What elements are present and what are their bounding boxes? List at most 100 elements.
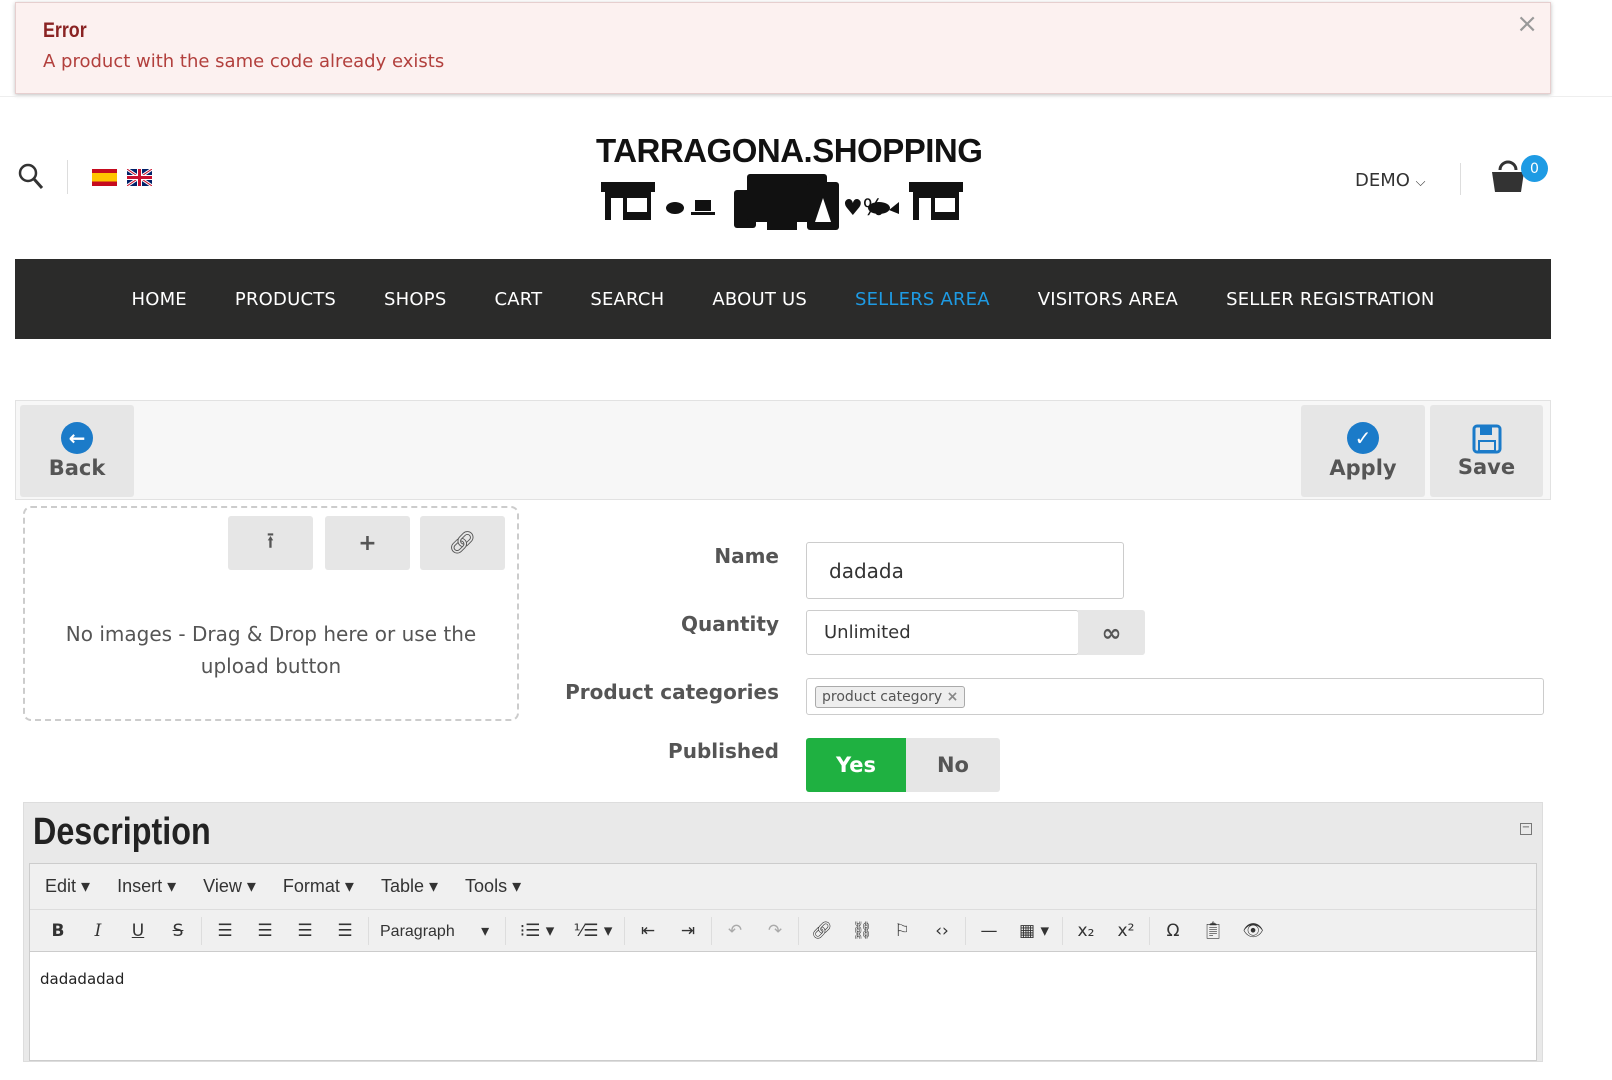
menu-edit[interactable]: Edit ▾	[45, 876, 90, 897]
categories-input[interactable]: product category ×	[806, 678, 1544, 715]
menu-format[interactable]: Format ▾	[283, 876, 354, 897]
divider	[1149, 916, 1150, 945]
site-logo[interactable]: TARRAGONA.SHOPPING ♥%	[596, 132, 983, 236]
bullet-list-icon[interactable]: ⁝☰ ▾	[509, 921, 565, 941]
menu-insert[interactable]: Insert ▾	[117, 876, 176, 897]
indent-icon[interactable]: ⇥	[668, 921, 708, 941]
close-icon[interactable]: ×	[1516, 9, 1538, 39]
nav-about-us[interactable]: ABOUT US	[712, 289, 807, 310]
divider	[798, 916, 799, 945]
menu-tools[interactable]: Tools ▾	[465, 876, 521, 897]
upload-button[interactable]: ⭱	[228, 516, 313, 570]
nav-visitors-area[interactable]: VISITORS AREA	[1038, 289, 1178, 310]
editor-toolbar: B I U S ☰ ☰ ☰ ☰ Paragraph ▾ ⁝☰ ▾ ⅟☰ ▾ ⇤ …	[30, 910, 1536, 952]
divider	[624, 916, 625, 945]
divider	[67, 160, 68, 194]
cart-count-badge: 0	[1521, 155, 1548, 182]
flag-es-icon[interactable]	[92, 169, 117, 186]
remove-tag-icon[interactable]: ×	[947, 689, 959, 705]
logo-text: TARRAGONA.SHOPPING	[596, 132, 983, 169]
back-button[interactable]: ← Back	[20, 405, 134, 497]
strikethrough-icon[interactable]: S	[158, 921, 198, 941]
cart-button[interactable]: 0	[1490, 155, 1548, 198]
image-dropzone[interactable]: ⭱ + 🔗︎ No images - Drag & Drop here or u…	[23, 506, 519, 721]
quantity-value: Unlimited	[824, 622, 911, 643]
name-input[interactable]: dadada	[806, 542, 1124, 599]
error-alert: Error A product with the same code alrea…	[15, 2, 1551, 94]
description-panel: Description − Edit ▾ Insert ▾ View ▾ For…	[23, 802, 1543, 1062]
special-character-icon[interactable]: Ω	[1153, 921, 1193, 941]
main-nav: HOME PRODUCTS SHOPS CART SEARCH ABOUT US…	[15, 259, 1551, 339]
divider	[711, 916, 712, 945]
unlink-icon[interactable]: ⛓	[842, 921, 882, 941]
quantity-label: Quantity	[681, 612, 779, 636]
align-center-icon[interactable]: ☰	[245, 921, 285, 941]
numbered-list-icon[interactable]: ⅟☰ ▾	[565, 921, 621, 941]
divider	[965, 916, 966, 945]
paste-icon[interactable]: 📋︎	[1193, 921, 1233, 941]
superscript-icon[interactable]: x²	[1106, 921, 1146, 941]
divider	[1062, 916, 1063, 945]
quantity-input[interactable]: Unlimited	[806, 610, 1079, 655]
italic-icon[interactable]: I	[78, 921, 118, 941]
menu-view[interactable]: View ▾	[203, 876, 256, 897]
bookmark-icon[interactable]: ⚐	[882, 921, 922, 941]
nav-products[interactable]: PRODUCTS	[235, 289, 336, 310]
align-right-icon[interactable]: ☰	[285, 921, 325, 941]
back-label: Back	[48, 456, 106, 480]
check-icon: ✓	[1347, 422, 1379, 454]
divider	[0, 96, 1612, 97]
nav-shops[interactable]: SHOPS	[384, 289, 446, 310]
undo-icon[interactable]: ↶	[715, 921, 755, 941]
subscript-icon[interactable]: x₂	[1066, 921, 1106, 941]
add-image-button[interactable]: +	[325, 516, 410, 570]
preview-icon[interactable]: 👁︎	[1233, 921, 1273, 941]
code-icon[interactable]: ‹›	[922, 921, 962, 941]
menu-table[interactable]: Table ▾	[381, 876, 438, 897]
link-icon: 🔗︎	[448, 530, 477, 556]
save-label: Save	[1457, 455, 1516, 479]
align-justify-icon[interactable]: ☰	[325, 921, 365, 941]
format-select[interactable]: Paragraph ▾	[372, 921, 502, 941]
user-name: DEMO	[1355, 170, 1410, 191]
chevron-down-icon: ⌵	[1415, 175, 1426, 190]
table-icon[interactable]: ▦ ▾	[1009, 921, 1059, 941]
nav-home[interactable]: HOME	[131, 289, 186, 310]
link-icon[interactable]: 🔗︎	[802, 921, 842, 941]
nav-sellers-area[interactable]: SELLERS AREA	[855, 289, 990, 310]
published-yes-button[interactable]: Yes	[806, 738, 906, 792]
nav-cart[interactable]: CART	[494, 289, 542, 310]
category-tag-label: product category	[822, 688, 943, 705]
redo-icon[interactable]: ↷	[755, 921, 795, 941]
categories-label: Product categories	[565, 680, 779, 704]
nav-search[interactable]: SEARCH	[590, 289, 664, 310]
action-toolbar: ← Back ✓ Apply Save	[15, 400, 1551, 500]
divider	[505, 916, 506, 945]
logo-shop-icons: ♥%	[601, 174, 963, 230]
description-title: Description	[33, 811, 211, 853]
alert-title: Error	[43, 19, 87, 42]
apply-label: Apply	[1329, 456, 1397, 480]
bold-icon[interactable]: B	[38, 921, 78, 941]
collapse-icon[interactable]: −	[1520, 823, 1532, 835]
search-icon[interactable]	[18, 163, 44, 195]
divider	[201, 916, 202, 945]
published-no-button[interactable]: No	[906, 738, 1000, 792]
divider	[368, 916, 369, 945]
apply-button[interactable]: ✓ Apply	[1301, 405, 1425, 497]
outdent-icon[interactable]: ⇤	[628, 921, 668, 941]
rich-text-editor: Edit ▾ Insert ▾ View ▾ Format ▾ Table ▾ …	[29, 863, 1537, 1061]
underline-icon[interactable]: U	[118, 921, 158, 941]
editor-menubar: Edit ▾ Insert ▾ View ▾ Format ▾ Table ▾ …	[30, 864, 1536, 910]
unlimited-toggle-button[interactable]: ∞	[1078, 610, 1145, 655]
nav-seller-registration[interactable]: SELLER REGISTRATION	[1226, 289, 1434, 310]
align-left-icon[interactable]: ☰	[205, 921, 245, 941]
user-menu[interactable]: DEMO ⌵	[1355, 170, 1426, 191]
infinity-icon: ∞	[1101, 618, 1122, 647]
image-link-button[interactable]: 🔗︎	[420, 516, 505, 570]
save-button[interactable]: Save	[1430, 405, 1543, 497]
editor-content[interactable]: dadadadad	[30, 952, 1536, 1006]
flag-en-icon[interactable]	[126, 167, 153, 190]
category-tag: product category ×	[815, 685, 966, 708]
horizontal-rule-icon[interactable]: —	[969, 921, 1009, 941]
